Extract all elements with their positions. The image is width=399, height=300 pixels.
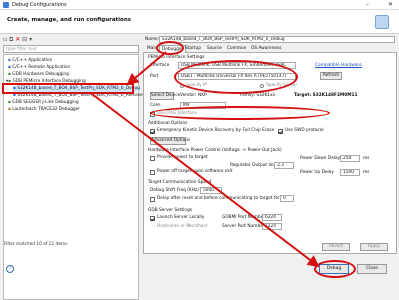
arrow-tab-to-tree <box>126 51 167 86</box>
annotation-arrows <box>91 51 320 268</box>
arrow-tree-to-debug <box>91 93 320 268</box>
